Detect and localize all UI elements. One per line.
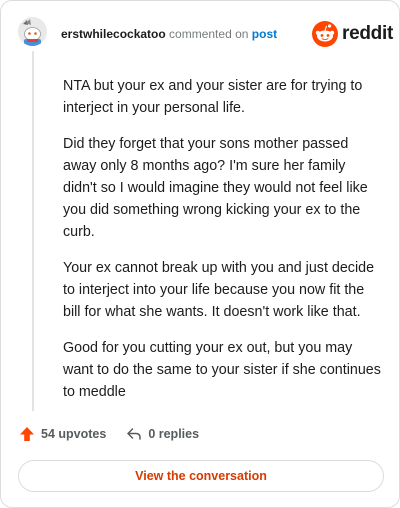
snoo-avatar-icon xyxy=(18,17,47,46)
replies-button[interactable]: 0 replies xyxy=(126,426,199,442)
upvote-button[interactable]: 54 upvotes xyxy=(19,426,106,442)
comment-paragraph: Did they forget that your sons mother pa… xyxy=(63,136,368,240)
reddit-snoo-icon xyxy=(312,21,338,47)
reddit-wordmark: reddit xyxy=(342,23,393,44)
upvote-arrow-icon xyxy=(20,427,34,441)
post-link[interactable]: post xyxy=(252,27,277,41)
reddit-logo[interactable]: reddit xyxy=(312,21,393,47)
username-link[interactable]: erstwhilecockatoo xyxy=(61,27,166,41)
reply-icon xyxy=(127,428,142,440)
thread-line xyxy=(32,51,34,411)
comment-header: erstwhilecockatoo commented on post xyxy=(61,27,277,41)
upvote-count: 54 upvotes xyxy=(41,427,107,441)
replies-count: 0 replies xyxy=(148,427,200,441)
comment-actions: 54 upvotes 0 replies xyxy=(19,426,199,442)
user-avatar[interactable] xyxy=(18,17,47,46)
commented-on-label: commented on xyxy=(169,27,249,41)
comment-paragraph: Your ex cannot break up with you and jus… xyxy=(63,260,375,320)
comment-card: erstwhilecockatoo commented on post redd… xyxy=(0,0,400,508)
view-conversation-button[interactable]: View the conversation xyxy=(18,460,384,492)
comment-paragraph: NTA but your ex and your sister are for … xyxy=(63,78,363,116)
comment-paragraph: Good for you cutting your ex out, but yo… xyxy=(63,340,381,400)
comment-body: NTA but your ex and your sister are for … xyxy=(63,75,381,417)
